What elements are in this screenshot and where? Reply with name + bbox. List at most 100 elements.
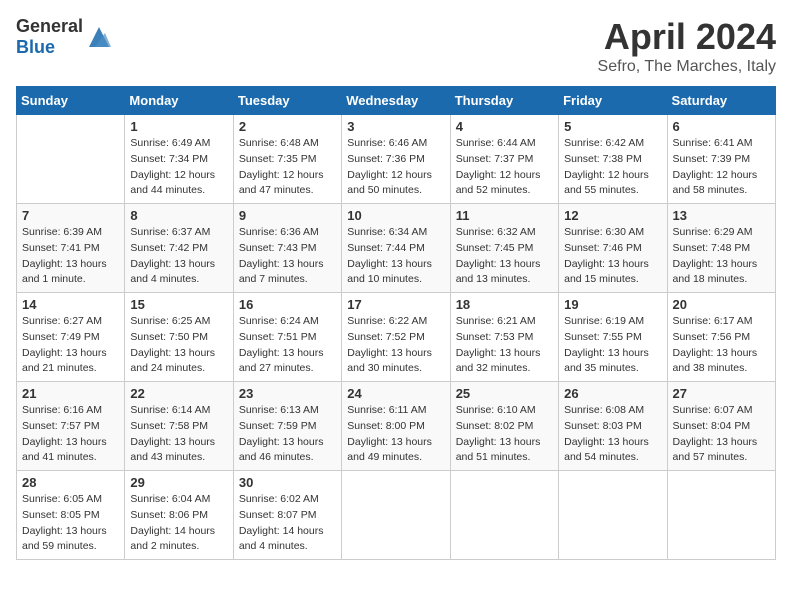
calendar-cell: 26Sunrise: 6:08 AMSunset: 8:03 PMDayligh… [559,382,667,471]
day-number: 29 [130,475,227,490]
day-info: Sunrise: 6:07 AMSunset: 8:04 PMDaylight:… [673,404,758,463]
weekday-header-tuesday: Tuesday [233,87,341,115]
calendar-cell: 24 Sunrise: 6:11 AMSunset: 8:00 PMDayligh… [342,382,450,471]
weekday-header-row: SundayMondayTuesdayWednesdayThursdayFrid… [17,87,776,115]
day-info: Sunrise: 6:39 AMSunset: 7:41 PMDaylight:… [22,226,107,285]
weekday-header-sunday: Sunday [17,87,125,115]
calendar-header: SundayMondayTuesdayWednesdayThursdayFrid… [17,87,776,115]
day-number: 24 [347,386,444,401]
day-number: 17 [347,297,444,312]
day-number: 16 [239,297,336,312]
day-info: Sunrise: 6:08 AMSunset: 8:03 PMDaylight:… [564,404,649,463]
calendar-week-3: 14Sunrise: 6:27 AMSunset: 7:49 PMDayligh… [17,293,776,382]
day-info: Sunrise: 6:19 AMSunset: 7:55 PMDaylight:… [564,315,649,374]
day-number: 2 [239,119,336,134]
day-number: 30 [239,475,336,490]
calendar-week-4: 21 Sunrise: 6:16 AMSunset: 7:57 PMDayligh… [17,382,776,471]
weekday-header-wednesday: Wednesday [342,87,450,115]
day-number: 4 [456,119,553,134]
calendar-cell: 13 Sunrise: 6:29 AMSunset: 7:48 PMDayligh… [667,204,775,293]
calendar-cell: 20Sunrise: 6:17 AMSunset: 7:56 PMDayligh… [667,293,775,382]
calendar-cell: 8 Sunrise: 6:37 AMSunset: 7:42 PMDaylight… [125,204,233,293]
day-info: Sunrise: 6:24 AMSunset: 7:51 PMDaylight:… [239,315,324,374]
day-info: Sunrise: 6:34 AMSunset: 7:44 PMDaylight:… [347,226,432,285]
calendar-cell: 15 Sunrise: 6:25 AMSunset: 7:50 PMDayligh… [125,293,233,382]
calendar-cell: 22 Sunrise: 6:14 AMSunset: 7:58 PMDayligh… [125,382,233,471]
calendar-cell: 10 Sunrise: 6:34 AMSunset: 7:44 PMDayligh… [342,204,450,293]
day-info: Sunrise: 6:27 AMSunset: 7:49 PMDaylight:… [22,315,107,374]
logo-blue: Blue [16,37,55,57]
month-year-title: April 2024 [598,16,776,58]
logo-general: General [16,16,83,36]
calendar-cell: 5 Sunrise: 6:42 AMSunset: 7:38 PMDaylight… [559,115,667,204]
calendar-table: SundayMondayTuesdayWednesdayThursdayFrid… [16,86,776,560]
day-info: Sunrise: 6:42 AMSunset: 7:38 PMDaylight:… [564,137,649,196]
calendar-cell: 9Sunrise: 6:36 AMSunset: 7:43 PMDaylight… [233,204,341,293]
calendar-cell: 2 Sunrise: 6:48 AMSunset: 7:35 PMDaylight… [233,115,341,204]
calendar-cell [342,471,450,560]
day-number: 8 [130,208,227,223]
calendar-cell: 29 Sunrise: 6:04 AMSunset: 8:06 PMDayligh… [125,471,233,560]
day-info: Sunrise: 6:48 AMSunset: 7:35 PMDaylight:… [239,137,324,196]
calendar-cell: 19Sunrise: 6:19 AMSunset: 7:55 PMDayligh… [559,293,667,382]
day-info: Sunrise: 6:41 AMSunset: 7:39 PMDaylight:… [673,137,758,196]
day-number: 11 [456,208,553,223]
day-number: 21 [22,386,119,401]
day-info: Sunrise: 6:25 AMSunset: 7:50 PMDaylight:… [130,315,215,374]
calendar-cell [450,471,558,560]
location-subtitle: Sefro, The Marches, Italy [598,58,776,76]
calendar-cell: 12Sunrise: 6:30 AMSunset: 7:46 PMDayligh… [559,204,667,293]
calendar-cell: 16 Sunrise: 6:24 AMSunset: 7:51 PMDayligh… [233,293,341,382]
day-number: 10 [347,208,444,223]
weekday-header-thursday: Thursday [450,87,558,115]
day-number: 5 [564,119,661,134]
day-number: 13 [673,208,770,223]
day-info: Sunrise: 6:22 AMSunset: 7:52 PMDaylight:… [347,315,432,374]
calendar-cell: 21 Sunrise: 6:16 AMSunset: 7:57 PMDayligh… [17,382,125,471]
day-info: Sunrise: 6:16 AMSunset: 7:57 PMDaylight:… [22,404,107,463]
weekday-header-saturday: Saturday [667,87,775,115]
logo: General Blue [16,16,113,58]
day-info: Sunrise: 6:04 AMSunset: 8:06 PMDaylight:… [130,493,215,552]
day-number: 6 [673,119,770,134]
calendar-cell: 7Sunrise: 6:39 AMSunset: 7:41 PMDaylight… [17,204,125,293]
calendar-cell [559,471,667,560]
calendar-week-2: 7Sunrise: 6:39 AMSunset: 7:41 PMDaylight… [17,204,776,293]
calendar-cell [667,471,775,560]
title-block: April 2024 Sefro, The Marches, Italy [598,16,776,76]
day-info: Sunrise: 6:13 AMSunset: 7:59 PMDaylight:… [239,404,324,463]
calendar-cell: 23Sunrise: 6:13 AMSunset: 7:59 PMDayligh… [233,382,341,471]
day-number: 9 [239,208,336,223]
day-number: 18 [456,297,553,312]
calendar-cell: 4 Sunrise: 6:44 AMSunset: 7:37 PMDaylight… [450,115,558,204]
calendar-cell: 17 Sunrise: 6:22 AMSunset: 7:52 PMDayligh… [342,293,450,382]
calendar-cell: 1Sunrise: 6:49 AMSunset: 7:34 PMDaylight… [125,115,233,204]
calendar-cell: 25Sunrise: 6:10 AMSunset: 8:02 PMDayligh… [450,382,558,471]
calendar-cell: 28Sunrise: 6:05 AMSunset: 8:05 PMDayligh… [17,471,125,560]
logo-text: General Blue [16,16,83,58]
day-info: Sunrise: 6:14 AMSunset: 7:58 PMDaylight:… [130,404,215,463]
weekday-header-friday: Friday [559,87,667,115]
weekday-header-monday: Monday [125,87,233,115]
day-info: Sunrise: 6:44 AMSunset: 7:37 PMDaylight:… [456,137,541,196]
day-info: Sunrise: 6:02 AMSunset: 8:07 PMDaylight:… [239,493,324,552]
day-number: 15 [130,297,227,312]
calendar-week-1: 1Sunrise: 6:49 AMSunset: 7:34 PMDaylight… [17,115,776,204]
day-info: Sunrise: 6:29 AMSunset: 7:48 PMDaylight:… [673,226,758,285]
calendar-body: 1Sunrise: 6:49 AMSunset: 7:34 PMDaylight… [17,115,776,560]
calendar-cell [17,115,125,204]
calendar-cell: 27Sunrise: 6:07 AMSunset: 8:04 PMDayligh… [667,382,775,471]
day-info: Sunrise: 6:10 AMSunset: 8:02 PMDaylight:… [456,404,541,463]
day-info: Sunrise: 6:11 AMSunset: 8:00 PMDaylight:… [347,404,432,463]
calendar-cell: 30 Sunrise: 6:02 AMSunset: 8:07 PMDayligh… [233,471,341,560]
day-info: Sunrise: 6:05 AMSunset: 8:05 PMDaylight:… [22,493,107,552]
calendar-cell: 3Sunrise: 6:46 AMSunset: 7:36 PMDaylight… [342,115,450,204]
page-header: General Blue April 2024 Sefro, The March… [16,16,776,76]
calendar-cell: 11Sunrise: 6:32 AMSunset: 7:45 PMDayligh… [450,204,558,293]
calendar-cell: 6 Sunrise: 6:41 AMSunset: 7:39 PMDaylight… [667,115,775,204]
day-number: 22 [130,386,227,401]
day-info: Sunrise: 6:49 AMSunset: 7:34 PMDaylight:… [130,137,215,196]
day-number: 20 [673,297,770,312]
day-info: Sunrise: 6:37 AMSunset: 7:42 PMDaylight:… [130,226,215,285]
day-number: 3 [347,119,444,134]
